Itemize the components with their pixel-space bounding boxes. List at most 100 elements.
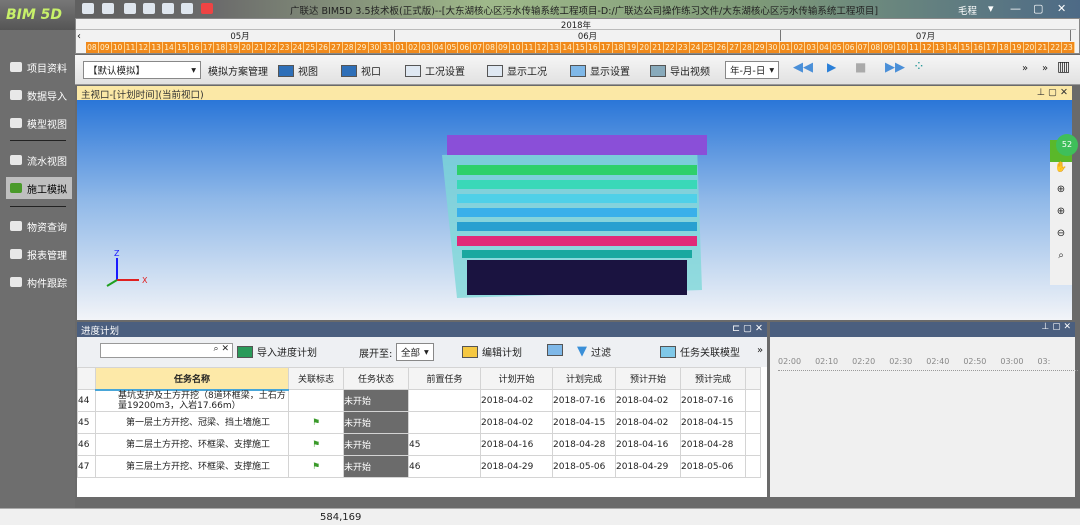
timeline-day[interactable]: 18 [214,42,228,53]
schedule-table[interactable]: 任务名称 关联标志 任务状态 前置任务 计划开始 计划完成 预计开始 预计完成 … [77,367,767,497]
orbit-tool[interactable]: ⊕ [1050,184,1072,206]
timeline-day[interactable]: 07 [856,42,870,53]
timeline-day[interactable]: 06 [843,42,857,53]
sidebar-item-data-import[interactable]: 数据导入 [6,84,72,106]
predecessor[interactable] [408,411,481,434]
predecessor[interactable]: 46 [408,455,481,478]
timeline-day[interactable]: 01 [779,42,793,53]
timeline-day[interactable]: 26 [317,42,331,53]
task-name[interactable]: 第二层土方开挖、环框梁、支撑施工 [95,433,289,456]
timeline-day[interactable]: 03 [419,42,433,53]
timeline-day[interactable]: 30 [368,42,382,53]
plan-start[interactable]: 2018-04-02 [480,411,553,434]
row-number[interactable]: 47 [77,455,96,478]
timeline-day[interactable]: 21 [252,42,266,53]
maximize-button[interactable]: ▢ [1033,2,1043,15]
timeline-day[interactable]: 12 [920,42,934,53]
app-logo[interactable]: BIM 5D [0,0,75,30]
timeline-day[interactable]: 11 [908,42,921,53]
table-row[interactable]: 46 第二层土方开挖、环框梁、支撑施工 ⚑ 未开始 45 2018-04-16 2018-0… [77,433,761,456]
task-name[interactable]: 基坑支护及土方开挖（8道环框梁，土石方量19200m3，入岩17.66m） [95,389,289,412]
panel-controls[interactable]: ⊏ ▢ ✕ [732,323,763,334]
timeline-day[interactable]: 26 [715,42,729,53]
stop-button[interactable]: ■ [855,60,866,74]
est-start[interactable]: 2018-04-29 [615,455,681,478]
timeline-day[interactable]: 10 [895,42,908,53]
timeline-day[interactable]: 25 [304,42,318,53]
table-row[interactable]: 45 第一层土方开挖、冠梁、挡土墙施工 ⚑ 未开始 2018-04-02 2018-04-… [77,411,761,434]
column-header[interactable]: 预计开始 [615,367,681,390]
timeline-day[interactable]: 05 [830,42,844,53]
predecessor[interactable] [408,389,481,412]
more-icon[interactable]: » [1022,63,1028,74]
timeline-day[interactable]: 01 [394,42,408,53]
scheme-select[interactable]: 【默认模拟】 ▾ [83,61,201,79]
timeline-day[interactable]: 14 [163,42,176,53]
show-condition-button[interactable]: 显示工况 [487,63,547,78]
task-name[interactable]: 第三层土方开挖、环框梁、支撑施工 [95,455,289,478]
timeline-day[interactable]: 16 [586,42,600,53]
user-menu[interactable]: 毛程 [958,3,977,17]
save-icon[interactable] [162,3,174,14]
est-start[interactable]: 2018-04-16 [615,433,681,456]
est-end[interactable]: 2018-07-16 [680,389,746,412]
timeline-day[interactable]: 02 [792,42,806,53]
timeline-day[interactable]: 02 [407,42,420,53]
filter-button[interactable]: ▼ 过滤 [577,344,611,359]
timeline[interactable]: 2018年 05月 06月 07月 08 09 10 11 12 13 14 15 16 17 18… [75,18,1080,54]
timeline-day[interactable]: 22 [265,42,279,53]
scheme-manage-button[interactable]: 模拟方案管理 [208,63,268,78]
timeline-day[interactable]: 17 [201,42,215,53]
timeline-day[interactable]: 07 [471,42,485,53]
column-header[interactable]: 预计完成 [680,367,746,390]
lock-icon[interactable] [124,3,136,14]
view-button[interactable]: 视图 [278,63,318,78]
row-number[interactable]: 46 [77,433,96,456]
open-icon[interactable] [102,3,114,14]
sidebar-item-flow-view[interactable]: 流水视图 [6,149,72,171]
timeline-day[interactable]: 21 [651,42,664,53]
gear-icon[interactable] [181,3,193,14]
task-status[interactable]: 未开始 [343,433,409,456]
timeline-days[interactable]: 08 09 10 11 12 13 14 15 16 17 18 19 20 21 22 23 24 25 26 27… [86,42,1075,53]
close-project-icon[interactable] [201,3,213,14]
rewind-button[interactable]: ◀◀ [793,60,813,75]
timeline-day[interactable]: 15 [175,42,189,53]
condition-settings-button[interactable]: 工况设置 [405,63,465,78]
timeline-day[interactable]: 16 [972,42,986,53]
timeline-day[interactable]: 20 [240,42,253,53]
timeline-day[interactable]: 29 [355,42,369,53]
table-row[interactable]: 47 第三层土方开挖、环框梁、支撑施工 ⚑ 未开始 46 2018-04-29 2018-0… [77,455,761,478]
date-format-select[interactable]: 年-月-日 ▾ [725,61,780,79]
timeline-day[interactable]: 29 [753,42,767,53]
timeline-day[interactable]: 21 [1036,42,1050,53]
new-icon[interactable] [82,3,94,14]
timeline-day[interactable]: 10 [509,42,523,53]
timeline-day[interactable]: 18 [612,42,626,53]
panel-controls[interactable]: ⊥ ▢ ✕ [1037,87,1068,98]
column-header[interactable]: 计划开始 [480,367,553,390]
sidebar-item-tracking[interactable]: 构件跟踪 [6,271,72,293]
est-end[interactable]: 2018-05-06 [680,455,746,478]
3d-viewport[interactable]: Z X ↖ ✋ ⊕ ⊕ ⊖ ⌕ 52 [77,100,1078,320]
timeline-day[interactable]: 09 [98,42,112,53]
viewport-button[interactable]: 视口 [341,63,381,78]
timeline-day[interactable]: 20 [638,42,652,53]
plan-end[interactable]: 2018-04-15 [552,411,616,434]
timeline-day[interactable]: 13 [548,42,562,53]
timeline-day[interactable]: 27 [330,42,343,53]
timeline-day[interactable]: 10 [111,42,125,53]
zoom-out-tool[interactable]: ⊖ [1050,228,1072,250]
plan-start[interactable]: 2018-04-29 [480,455,553,478]
timeline-day[interactable]: 19 [1010,42,1024,53]
sidebar-item-construction-sim[interactable]: 施工模拟 [6,177,72,199]
timeline-day[interactable]: 12 [137,42,151,53]
timeline-ruler-panel[interactable]: 02:00 02:10 02:20 02:30 02:40 02:50 03:00 03: [770,337,1078,497]
timeline-day[interactable]: 04 [432,42,446,53]
fast-forward-button[interactable]: ▶▶ [885,60,905,75]
timeline-day[interactable]: 23 [676,42,690,53]
timeline-day[interactable]: 08 [869,42,883,53]
timeline-prev-icon[interactable]: ‹ [77,31,81,42]
column-header[interactable]: 关联标志 [288,367,344,390]
timeline-day[interactable]: 15 [959,42,973,53]
